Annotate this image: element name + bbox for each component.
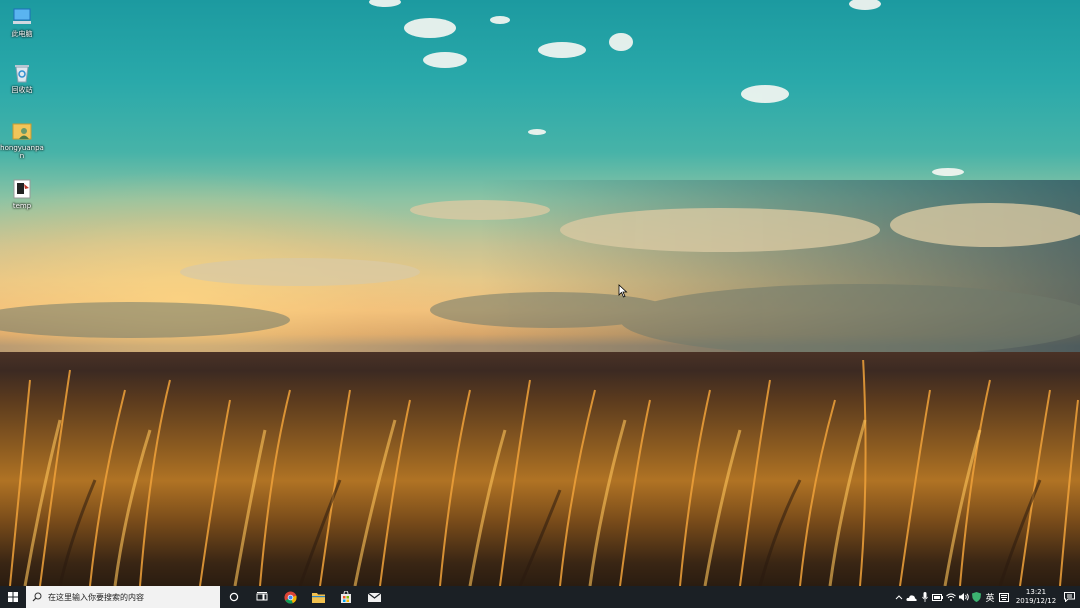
wallpaper-clouds xyxy=(0,0,1080,356)
shield-icon xyxy=(972,592,981,602)
desktop-wallpaper xyxy=(0,0,1080,586)
start-button[interactable] xyxy=(0,586,26,608)
cloud-icon xyxy=(906,594,917,601)
clock-time: 13:21 xyxy=(1025,588,1047,596)
battery-tray-button[interactable] xyxy=(931,586,944,608)
desktop-icon-label: hongyuanpan xyxy=(0,144,44,160)
task-view-icon xyxy=(256,592,268,601)
onedrive-tray-button[interactable] xyxy=(905,586,918,608)
this-pc-icon xyxy=(13,8,31,24)
desktop-icon-temp[interactable]: temp xyxy=(0,178,44,210)
search-placeholder: 在这里输入你要搜索的内容 xyxy=(48,592,144,602)
keyboard-tray-button[interactable] xyxy=(997,586,1010,608)
system-tray: 英 13:21 2019/12/12 xyxy=(892,586,1080,608)
desktop-icon-label: 此电脑 xyxy=(11,30,33,38)
chevron-up-icon xyxy=(895,595,902,600)
desktop-icon-label: temp xyxy=(12,202,32,210)
input-method-indicator[interactable]: 英 xyxy=(983,586,997,608)
mail-button[interactable] xyxy=(360,586,388,608)
cortana-button[interactable] xyxy=(220,586,248,608)
store-icon xyxy=(341,591,351,603)
file-explorer-button[interactable] xyxy=(304,586,332,608)
desktop-icon-this-pc[interactable]: 此电脑 xyxy=(0,6,44,38)
chrome-icon xyxy=(283,590,297,604)
security-tray-button[interactable] xyxy=(970,586,983,608)
cortana-icon xyxy=(229,592,239,602)
network-tray-button[interactable] xyxy=(944,586,957,608)
taskbar-search-box[interactable]: 在这里输入你要搜索的内容 xyxy=(26,586,220,608)
file-explorer-icon xyxy=(311,592,325,603)
wallpaper-grass xyxy=(9,360,1079,586)
task-view-button[interactable] xyxy=(248,586,276,608)
recycle-bin-icon xyxy=(15,65,29,83)
wifi-icon xyxy=(945,593,956,601)
temp-shortcut-icon xyxy=(13,179,31,199)
chrome-button[interactable] xyxy=(276,586,304,608)
taskbar-clock[interactable]: 13:21 2019/12/12 xyxy=(1014,588,1058,606)
user-folder-icon xyxy=(12,123,32,140)
show-hidden-icons-button[interactable] xyxy=(892,586,905,608)
desktop-icon-user-folder[interactable]: hongyuanpan xyxy=(0,120,44,160)
clock-date: 2019/12/12 xyxy=(1015,597,1057,605)
volume-tray-button[interactable] xyxy=(957,586,970,608)
windows-logo-icon xyxy=(8,592,18,602)
action-center-button[interactable] xyxy=(1058,586,1080,608)
mouse-cursor-icon xyxy=(618,284,628,298)
microphone-icon xyxy=(921,592,928,602)
store-button[interactable] xyxy=(332,586,360,608)
microphone-tray-button[interactable] xyxy=(918,586,931,608)
notification-icon xyxy=(1063,592,1075,602)
desktop-icon-recycle-bin[interactable]: 回收站 xyxy=(0,62,44,94)
taskbar: 在这里输入你要搜索的内容 英 13:21 2019/12/12 xyxy=(0,586,1080,608)
search-icon xyxy=(32,592,42,602)
speaker-icon xyxy=(958,593,969,601)
battery-icon xyxy=(932,593,943,601)
desktop-icon-label: 回收站 xyxy=(11,86,33,94)
keyboard-icon xyxy=(998,592,1009,602)
mail-icon xyxy=(367,592,381,602)
